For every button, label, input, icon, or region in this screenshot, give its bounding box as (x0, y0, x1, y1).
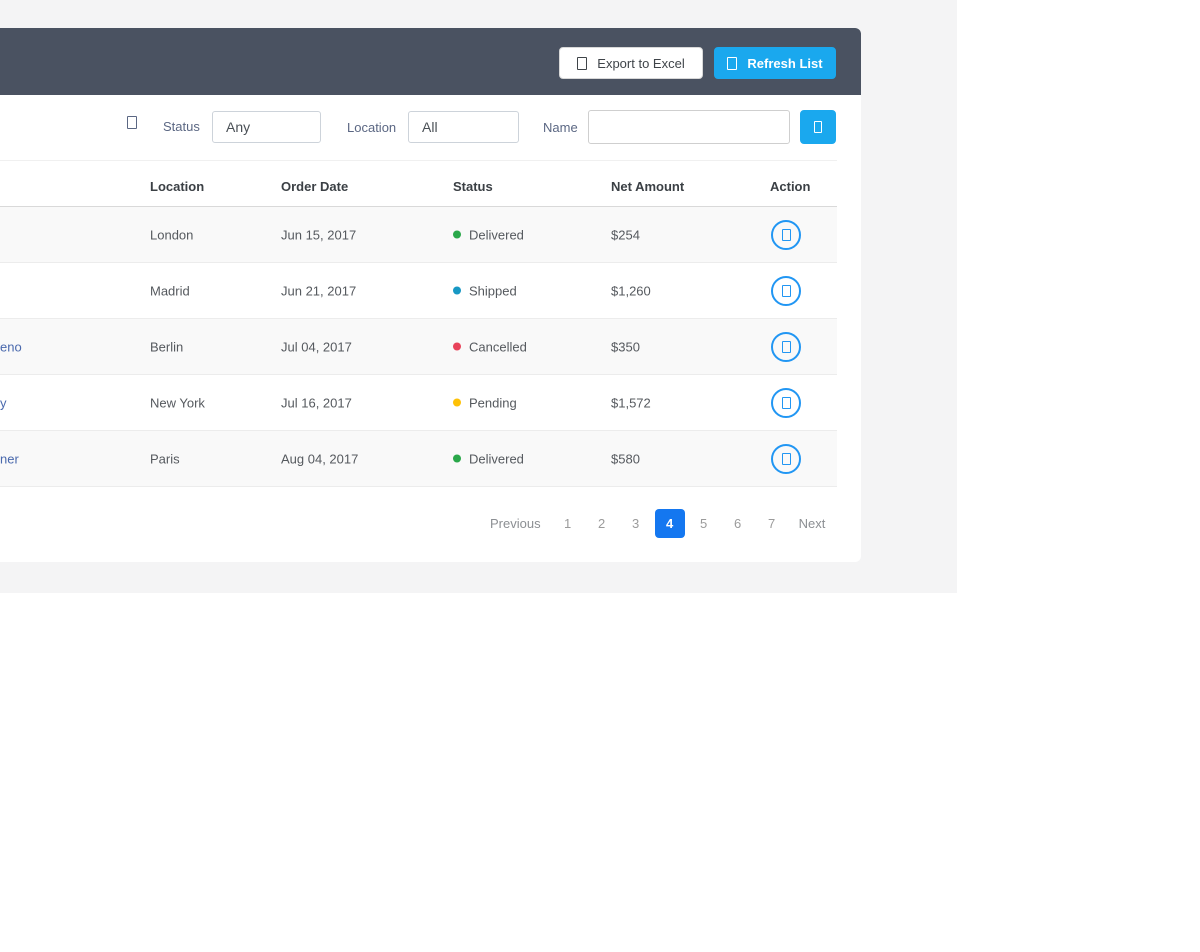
location-filter-value: All (422, 119, 438, 135)
row-action-button[interactable] (771, 276, 801, 306)
table-row: ner Paris Aug 04, 2017 Delivered $580 (0, 431, 837, 487)
pagination: Previous 1234567 Next (480, 508, 835, 538)
search-icon (814, 121, 822, 133)
status-label: Delivered (469, 451, 524, 466)
view-details-icon (781, 229, 791, 241)
status-cell: Delivered (453, 451, 524, 466)
status-dot-icon (453, 398, 461, 407)
table-header-top-border (0, 160, 837, 161)
location-filter-label: Location (347, 120, 397, 135)
column-header-net-amount: Net Amount (611, 179, 685, 194)
status-label: Cancelled (469, 339, 527, 354)
table-row: Madrid Jun 21, 2017 Shipped $1,260 (0, 263, 837, 319)
location-cell: Paris (150, 451, 180, 466)
export-button-label: Export to Excel (597, 55, 685, 71)
customer-name-link-truncated[interactable]: eno (0, 339, 22, 354)
refresh-list-button[interactable]: Refresh List (714, 47, 836, 79)
row-action-button[interactable] (771, 444, 801, 474)
view-details-icon (781, 453, 791, 465)
status-filter-value: Any (226, 119, 251, 135)
table-row: London Jun 15, 2017 Delivered $254 (0, 207, 837, 263)
status-label: Pending (469, 395, 517, 410)
pagination-next-button[interactable]: Next (789, 516, 836, 531)
row-action-button[interactable] (771, 388, 801, 418)
net-amount-cell: $580 (611, 451, 640, 466)
pagination-page-button[interactable]: 3 (619, 516, 653, 531)
filter-icon (127, 116, 137, 129)
status-cell: Delivered (453, 227, 524, 242)
customer-name-link-truncated[interactable]: y (0, 395, 7, 410)
pagination-previous-button[interactable]: Previous (480, 516, 551, 531)
order-date-cell: Jul 04, 2017 (281, 339, 352, 354)
export-to-excel-button[interactable]: Export to Excel (559, 47, 703, 79)
location-cell: Madrid (150, 283, 190, 298)
order-date-cell: Jul 16, 2017 (281, 395, 352, 410)
view-details-icon (781, 341, 791, 353)
column-header-status: Status (453, 179, 493, 194)
status-dot-icon (453, 230, 461, 239)
view-details-icon (781, 397, 791, 409)
excel-file-icon (577, 56, 588, 70)
status-cell: Cancelled (453, 339, 527, 354)
location-filter-select[interactable]: All (408, 111, 519, 143)
net-amount-cell: $1,260 (611, 283, 651, 298)
column-header-location: Location (150, 179, 205, 194)
net-amount-cell: $254 (611, 227, 640, 242)
pagination-pages: 1234567 (551, 508, 789, 538)
view-details-icon (781, 285, 791, 297)
order-date-cell: Jun 15, 2017 (281, 227, 357, 242)
row-action-button[interactable] (771, 332, 801, 362)
location-cell: London (150, 227, 194, 242)
pagination-page-button[interactable]: 6 (721, 516, 755, 531)
status-cell: Pending (453, 395, 517, 410)
table-row: y New York Jul 16, 2017 Pending $1,572 (0, 375, 837, 431)
pagination-page-button[interactable]: 1 (551, 516, 585, 531)
search-button[interactable] (800, 110, 836, 144)
column-header-order-date: Order Date (281, 179, 349, 194)
location-cell: Berlin (150, 339, 184, 354)
refresh-button-label: Refresh List (747, 55, 823, 71)
pagination-page-button[interactable]: 2 (585, 516, 619, 531)
pagination-page-button[interactable]: 7 (755, 516, 789, 531)
status-cell: Shipped (453, 283, 517, 298)
pagination-page-button[interactable]: 5 (687, 516, 721, 531)
status-label: Shipped (469, 283, 517, 298)
status-filter-label: Status (163, 119, 200, 134)
net-amount-cell: $350 (611, 339, 640, 354)
table-row: eno Berlin Jul 04, 2017 Cancelled $350 (0, 319, 837, 375)
pagination-page-active[interactable]: 4 (654, 508, 685, 538)
net-amount-cell: $1,572 (611, 395, 651, 410)
order-date-cell: Aug 04, 2017 (281, 451, 359, 466)
status-dot-icon (453, 342, 461, 351)
table-body: London Jun 15, 2017 Delivered $254 Madri… (0, 207, 837, 487)
row-action-button[interactable] (771, 220, 801, 250)
status-label: Delivered (469, 227, 524, 242)
column-header-action: Action (770, 179, 811, 194)
status-filter-select[interactable]: Any (212, 111, 321, 143)
name-filter-label: Name (543, 120, 578, 135)
status-dot-icon (453, 454, 461, 463)
location-cell: New York (150, 395, 205, 410)
customer-name-link-truncated[interactable]: ner (0, 451, 19, 466)
order-date-cell: Jun 21, 2017 (281, 283, 357, 298)
name-filter-input[interactable] (588, 110, 790, 144)
refresh-icon (727, 56, 738, 70)
status-dot-icon (453, 286, 461, 295)
